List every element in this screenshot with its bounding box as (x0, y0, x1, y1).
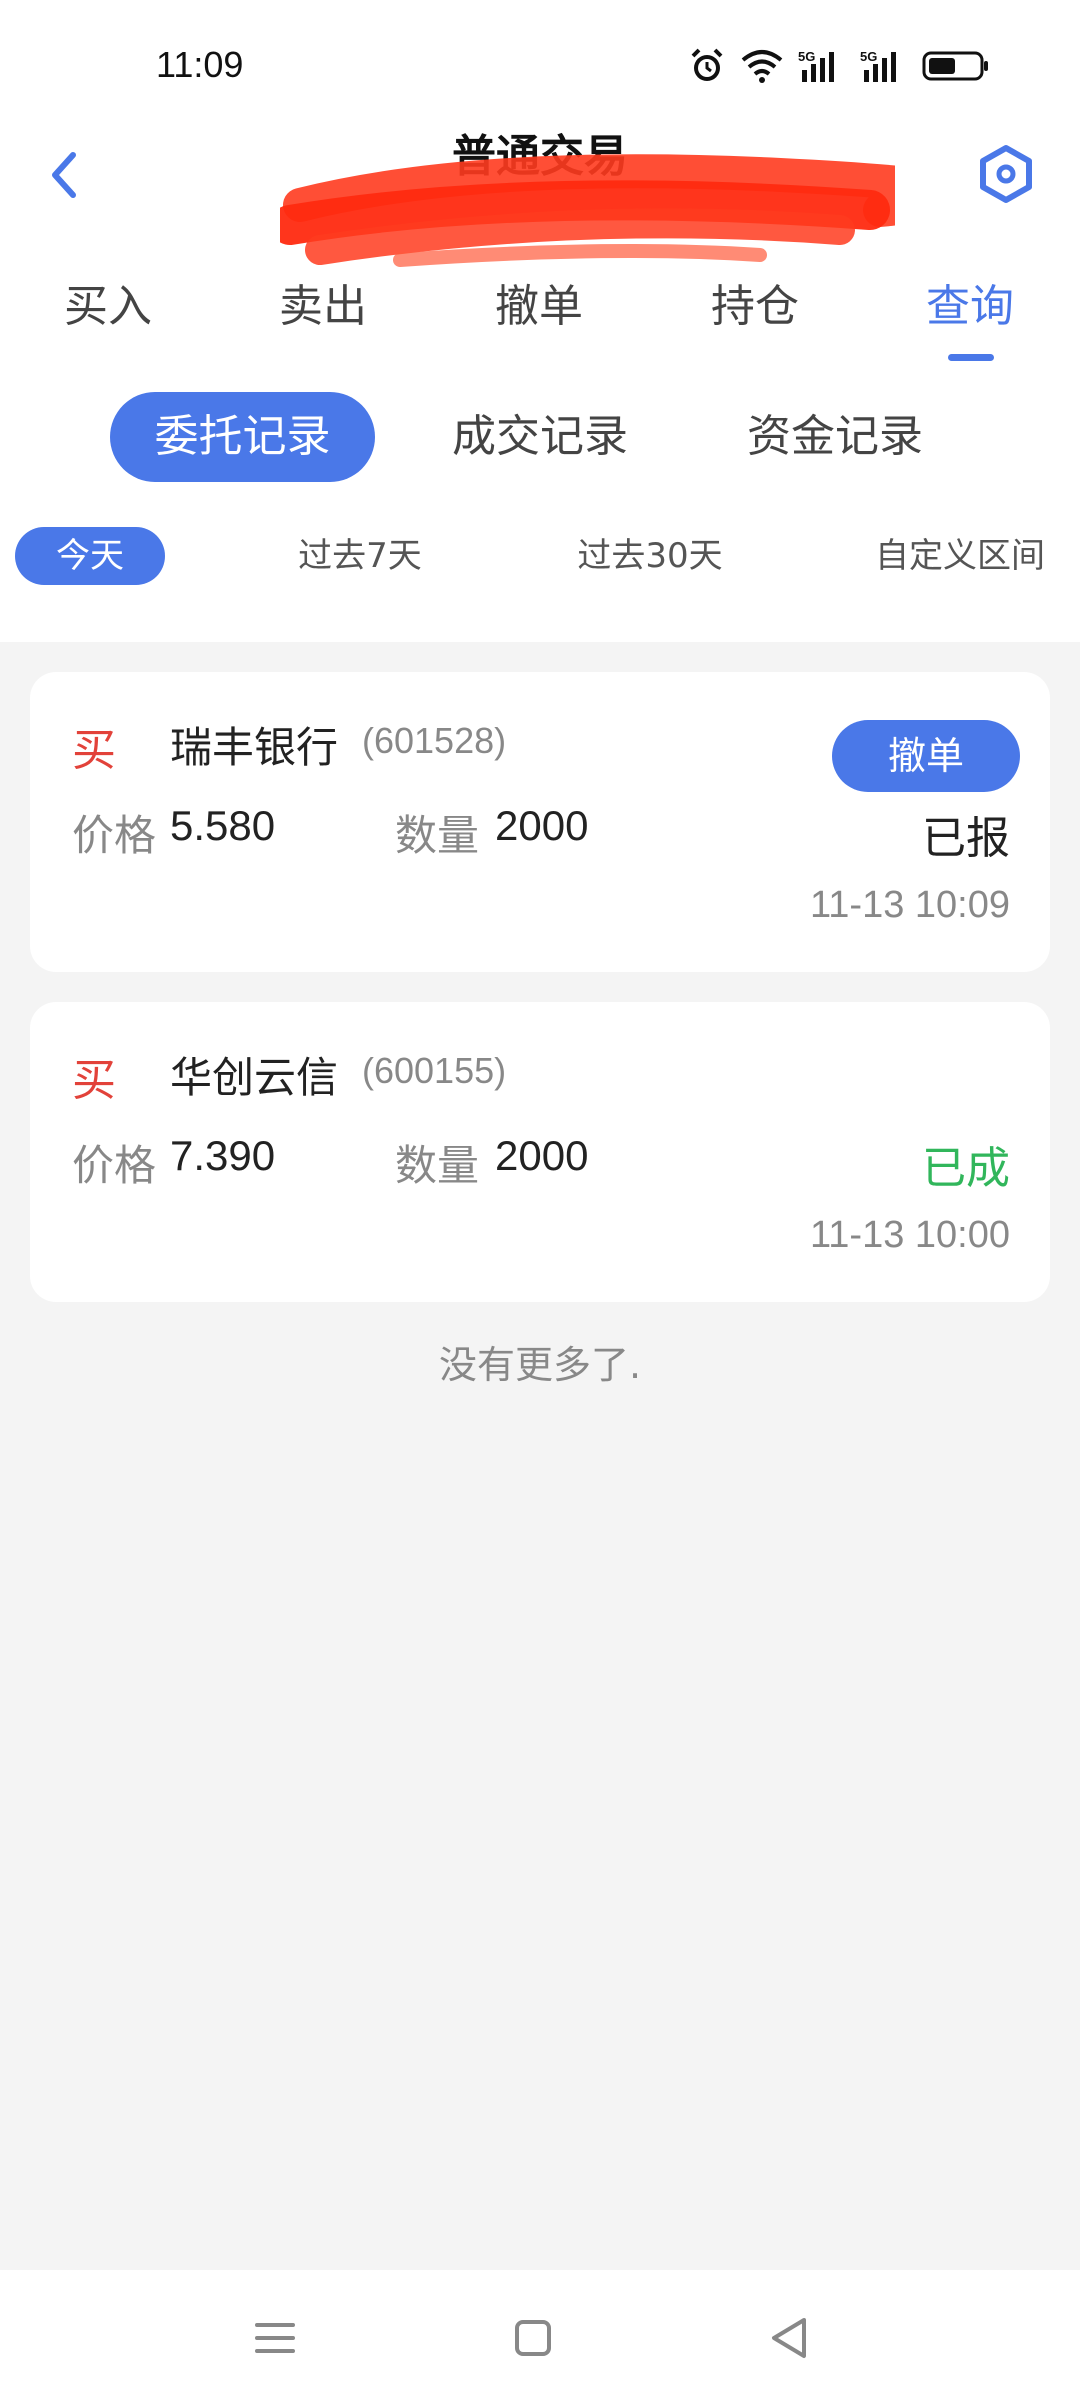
tab-sell[interactable]: 卖出 (253, 270, 393, 334)
hexagon-settings-icon (975, 145, 1037, 209)
tab-positions[interactable]: 持仓 (685, 270, 825, 334)
no-more-text: 没有更多了. (438, 1343, 642, 1387)
cancel-order-button[interactable]: 撤单 (832, 720, 1020, 792)
filter-7-days[interactable]: 过去7天 (270, 527, 450, 585)
menu-button[interactable] (245, 2308, 305, 2368)
order-time: 11-13 10:00 (809, 1214, 1010, 1256)
order-status: 已成 (922, 1143, 1010, 1194)
chevron-left-icon (40, 152, 90, 209)
wifi-icon (740, 48, 784, 84)
price-label: 价格 (72, 1141, 157, 1190)
subtab-fund-records[interactable]: 资金记录 (715, 392, 955, 482)
subtab-trade-records[interactable]: 成交记录 (420, 392, 660, 482)
status-time: 11:09 (156, 44, 244, 85)
price-value: 5.580 (170, 802, 276, 849)
status-icons: 5G 5G (688, 46, 990, 86)
filter-today[interactable]: 今天 (15, 527, 165, 585)
svg-text:5G: 5G (798, 49, 815, 64)
stock-code: (600155) (362, 1050, 507, 1091)
redaction-scribble (270, 150, 978, 280)
order-side: 买 (72, 1055, 116, 1106)
quantity-value: 2000 (495, 1132, 589, 1179)
order-status: 已报 (922, 813, 1010, 864)
order-time: 11-13 10:09 (809, 884, 1010, 926)
tab-query[interactable]: 查询 (900, 270, 1040, 334)
order-card[interactable]: 买 华创云信 (600155) 价格 7.390 数量 2000 已成 11-1… (30, 1002, 1050, 1302)
alarm-icon (688, 47, 726, 85)
price-value: 7.390 (170, 1132, 276, 1179)
system-back-button[interactable] (760, 2308, 820, 2368)
stock-name: 瑞丰银行 (170, 723, 339, 772)
quantity-label: 数量 (395, 811, 480, 860)
tab-buy[interactable]: 买入 (38, 270, 178, 334)
quantity-label: 数量 (395, 1141, 480, 1190)
order-card[interactable]: 买 瑞丰银行 (601528) 撤单 价格 5.580 数量 2000 已报 1… (30, 672, 1050, 972)
filter-custom-range[interactable]: 自定义区间 (860, 527, 1060, 585)
subtab-order-records[interactable]: 委托记录 (110, 392, 375, 482)
battery-icon (922, 49, 990, 83)
stock-code: (601528) (362, 720, 507, 761)
status-bar: 11:09 5G 5G (0, 0, 1080, 120)
stock-name: 华创云信 (170, 1053, 339, 1102)
5g-signal-icon: 5G (798, 48, 846, 84)
svg-text:5G: 5G (860, 49, 877, 64)
menu-icon (245, 2323, 305, 2372)
settings-button[interactable] (975, 143, 1037, 205)
order-side: 买 (72, 725, 116, 776)
quantity-value: 2000 (495, 802, 589, 849)
home-button[interactable] (503, 2308, 563, 2368)
system-nav-bar (0, 2270, 1080, 2400)
price-label: 价格 (72, 811, 157, 860)
back-triangle-icon (760, 2318, 820, 2372)
main-tabs: 买入 卖出 撤单 持仓 查询 (0, 270, 1080, 350)
filter-30-days[interactable]: 过去30天 (555, 527, 745, 585)
5g-signal-icon: 5G (860, 48, 908, 84)
home-square-icon (503, 2320, 563, 2372)
tab-indicator (948, 354, 994, 361)
tab-cancel-order[interactable]: 撤单 (469, 270, 609, 334)
